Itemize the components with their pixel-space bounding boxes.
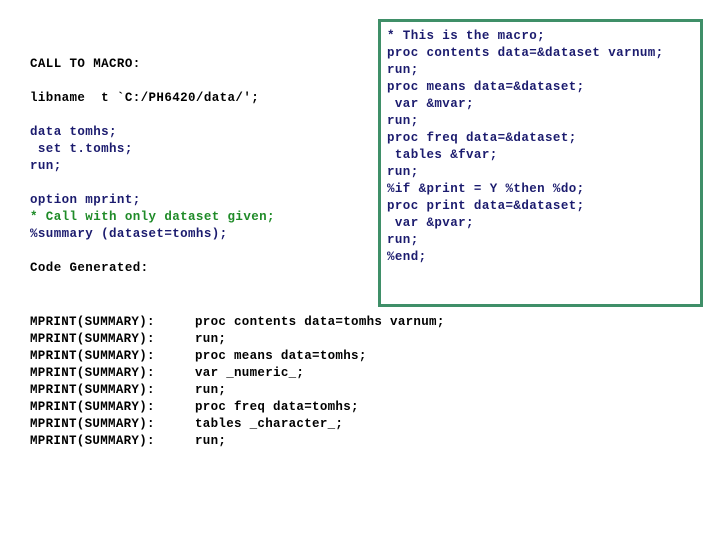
generated-code-listing: MPRINT(SUMMARY): proc contents data=tomh… xyxy=(30,314,500,450)
macro-line-3: run; xyxy=(387,63,419,77)
macro-line-2: proc contents data=&dataset varnum; xyxy=(387,46,664,60)
mprint-code: proc means data=tomhs; xyxy=(195,349,367,363)
mprint-label: MPRINT(SUMMARY): xyxy=(30,434,155,448)
mprint-row: MPRINT(SUMMARY): tables _character_; xyxy=(30,416,500,433)
mprint-label: MPRINT(SUMMARY): xyxy=(30,315,155,329)
code-generated-heading: Code Generated: xyxy=(30,261,149,275)
mprint-code: run; xyxy=(195,434,227,448)
mprint-code: var _numeric_; xyxy=(195,366,305,380)
mprint-row: MPRINT(SUMMARY): proc means data=tomhs; xyxy=(30,348,500,365)
mprint-row: MPRINT(SUMMARY): proc contents data=tomh… xyxy=(30,314,500,331)
mprint-label: MPRINT(SUMMARY): xyxy=(30,332,155,346)
mprint-label: MPRINT(SUMMARY): xyxy=(30,383,155,397)
mprint-label: MPRINT(SUMMARY): xyxy=(30,400,155,414)
call-to-macro-section: CALL TO MACRO: libname t `C:/PH6420/data… xyxy=(30,56,370,277)
option-mprint-statement: option mprint; xyxy=(30,193,141,207)
macro-line-7: proc freq data=&dataset; xyxy=(387,131,577,145)
macro-line-11: proc print data=&dataset; xyxy=(387,199,585,213)
data-step-line-1: data tomhs; xyxy=(30,125,117,139)
mprint-code: proc freq data=tomhs; xyxy=(195,400,359,414)
data-step-line-3: run; xyxy=(30,159,62,173)
libname-statement: libname t `C:/PH6420/data/'; xyxy=(30,91,260,105)
summary-macro-call: %summary (dataset=tomhs); xyxy=(30,227,228,241)
comment-call-with-dataset: * Call with only dataset given; xyxy=(30,210,275,224)
call-to-macro-heading: CALL TO MACRO: xyxy=(30,57,141,71)
mprint-label: MPRINT(SUMMARY): xyxy=(30,349,155,363)
mprint-row: MPRINT(SUMMARY): var _numeric_; xyxy=(30,365,500,382)
mprint-code: proc contents data=tomhs varnum; xyxy=(195,315,445,329)
mprint-code: run; xyxy=(195,383,227,397)
mprint-code: tables _character_; xyxy=(195,417,344,431)
macro-line-12: var &pvar; xyxy=(387,216,474,230)
macro-line-1: * This is the macro; xyxy=(387,29,546,43)
mprint-row: MPRINT(SUMMARY): run; xyxy=(30,331,500,348)
macro-line-6: run; xyxy=(387,114,419,128)
macro-line-4: proc means data=&dataset; xyxy=(387,80,585,94)
macro-line-14: %end; xyxy=(387,250,427,264)
macro-line-10: %if &print = Y %then %do; xyxy=(387,182,585,196)
slide-canvas: CALL TO MACRO: libname t `C:/PH6420/data… xyxy=(0,0,720,540)
macro-line-13: run; xyxy=(387,233,419,247)
macro-line-5: var &mvar; xyxy=(387,97,474,111)
mprint-code: run; xyxy=(195,332,227,346)
macro-line-8: tables &fvar; xyxy=(387,148,498,162)
mprint-row: MPRINT(SUMMARY): run; xyxy=(30,433,500,450)
mprint-row: MPRINT(SUMMARY): run; xyxy=(30,382,500,399)
macro-definition-box: * This is the macro; proc contents data=… xyxy=(378,19,703,307)
data-step-line-2: set t.tomhs; xyxy=(30,142,133,156)
mprint-label: MPRINT(SUMMARY): xyxy=(30,366,155,380)
mprint-label: MPRINT(SUMMARY): xyxy=(30,417,155,431)
mprint-row: MPRINT(SUMMARY): proc freq data=tomhs; xyxy=(30,399,500,416)
macro-line-9: run; xyxy=(387,165,419,179)
